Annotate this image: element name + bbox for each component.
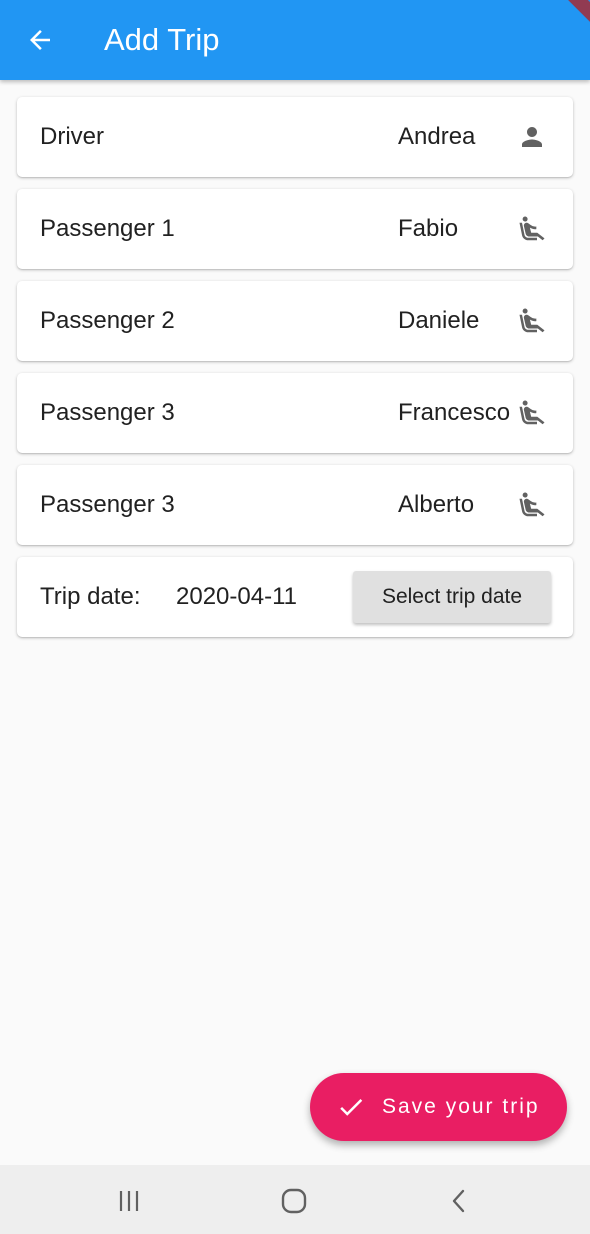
card-role-label: Passenger 2 — [40, 307, 175, 334]
card-person-name: Andrea — [398, 123, 476, 150]
check-icon — [340, 1098, 363, 1116]
trip-date-label: Trip date: — [40, 583, 141, 610]
save-trip-button[interactable]: Save your trip — [310, 1073, 567, 1141]
system-nav-bar — [0, 1165, 590, 1234]
recents-button[interactable] — [107, 1179, 151, 1223]
passenger-card[interactable]: Passenger 1 Fabio — [17, 189, 573, 269]
seat-icon — [519, 400, 545, 425]
select-trip-date-button[interactable]: Select trip date — [353, 571, 551, 623]
nav-back-icon — [452, 1189, 465, 1213]
driver-card[interactable]: Driver Andrea — [17, 97, 573, 177]
card-person-name: Fabio — [398, 215, 459, 242]
page-title: Add Trip — [104, 22, 220, 57]
back-button[interactable] — [14, 14, 66, 66]
card-role-label: Passenger 3 — [40, 399, 175, 426]
card-role-label: Passenger 3 — [40, 491, 175, 518]
seat-icon — [519, 216, 545, 241]
trip-date-card: Trip date: 2020-04-11 Select trip date — [17, 557, 573, 637]
passenger-card[interactable]: Passenger 3 Francesco — [17, 373, 573, 453]
app-bar: Add Trip — [0, 0, 590, 80]
card-person-name: Daniele — [398, 307, 480, 334]
passenger-card[interactable]: Passenger 2 Daniele — [17, 281, 573, 361]
seat-icon — [519, 308, 545, 333]
card-role-label: Driver — [40, 123, 104, 150]
save-trip-label: Save your trip — [382, 1095, 540, 1118]
trip-date-value: 2020-04-11 — [176, 583, 297, 610]
debug-banner — [549, 0, 590, 31]
trip-form: Driver Andrea Passenger 1 Fabio Passenge… — [17, 97, 573, 649]
recents-icon — [119, 1191, 139, 1211]
arrow-back-icon — [30, 30, 50, 50]
person-icon — [522, 127, 542, 147]
card-person-name: Alberto — [398, 491, 475, 518]
seat-icon — [519, 492, 545, 517]
home-button[interactable] — [272, 1179, 316, 1223]
nav-back-button[interactable] — [437, 1179, 481, 1223]
card-person-name: Francesco — [398, 399, 511, 426]
passenger-card[interactable]: Passenger 3 Alberto — [17, 465, 573, 545]
card-role-label: Passenger 1 — [40, 215, 175, 242]
home-icon — [281, 1188, 307, 1214]
